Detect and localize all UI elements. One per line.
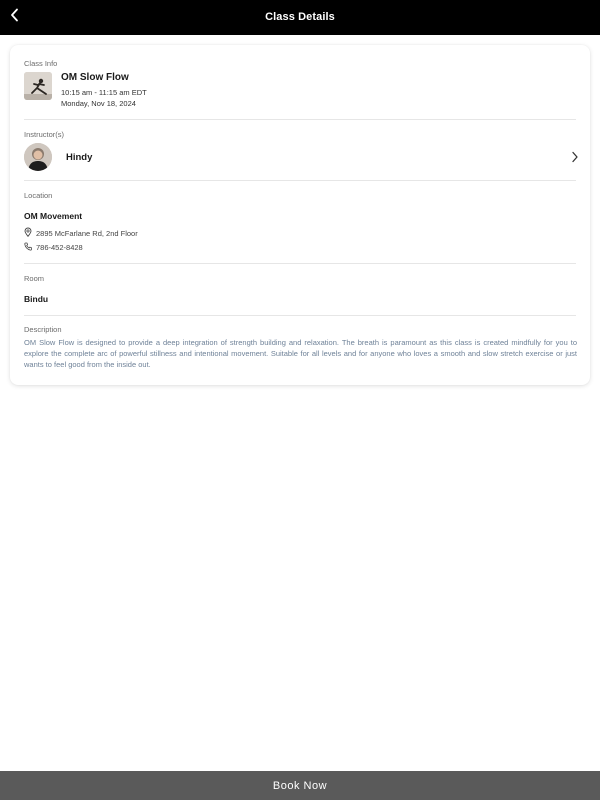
divider (24, 263, 576, 264)
class-time: 10:15 am - 11:15 am EDT (61, 88, 147, 97)
chevron-right-icon (570, 150, 580, 164)
phone-icon (24, 242, 36, 253)
divider (24, 315, 576, 316)
location-name: OM Movement (24, 211, 83, 221)
class-name: OM Slow Flow (61, 72, 129, 83)
top-bar: Class Details (0, 0, 600, 35)
map-pin-icon (24, 227, 36, 239)
class-thumbnail (24, 72, 52, 100)
room-label: Room (24, 274, 45, 283)
class-details-card: Class Info OM Slow Flow 10:15 am - 11:15… (10, 45, 590, 385)
divider (24, 180, 576, 181)
book-now-button[interactable]: Book Now (0, 771, 600, 800)
location-phone[interactable]: 786-452-8428 (24, 242, 83, 253)
description-text: OM Slow Flow is designed to provide a de… (24, 338, 577, 369)
location-label: Location (24, 191, 53, 200)
avatar (24, 143, 52, 171)
location-address[interactable]: 2895 McFarlane Rd, 2nd Floor (24, 227, 138, 239)
class-info-label: Class Info (24, 59, 58, 68)
divider (24, 119, 576, 120)
description-label: Description (24, 325, 62, 334)
class-date: Monday, Nov 18, 2024 (61, 99, 136, 108)
room-name: Bindu (24, 294, 49, 304)
instructors-label: Instructor(s) (24, 130, 65, 139)
address-text: 2895 McFarlane Rd, 2nd Floor (36, 228, 138, 238)
instructor-name: Hindy (66, 152, 93, 163)
instructor-row[interactable]: Hindy (20, 141, 580, 173)
page-title: Class Details (265, 11, 335, 23)
phone-text: 786-452-8428 (36, 243, 83, 252)
